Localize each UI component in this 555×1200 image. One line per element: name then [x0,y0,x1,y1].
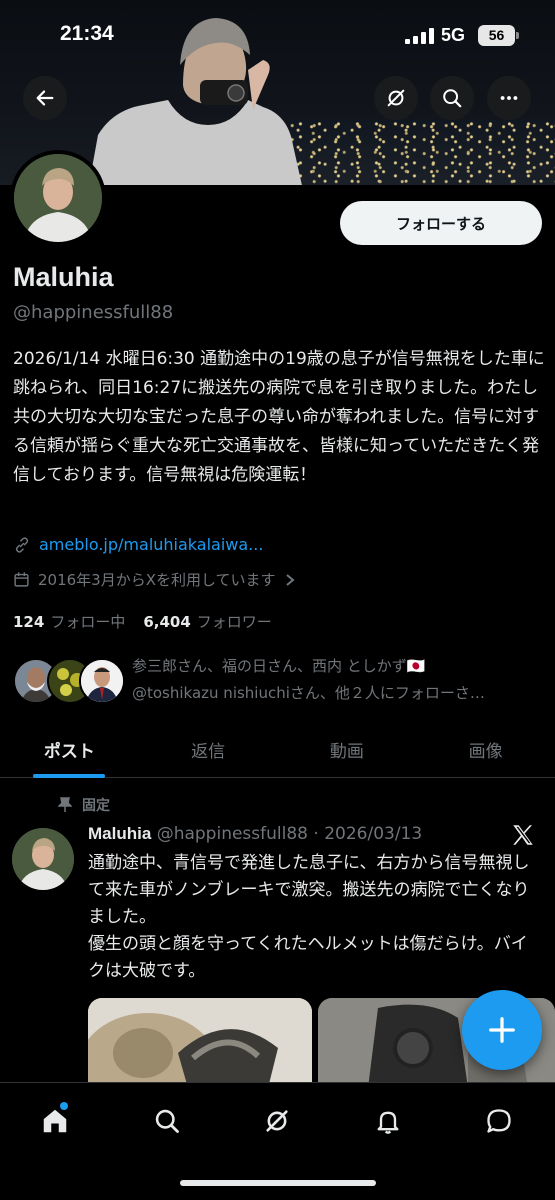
search-button[interactable] [430,76,474,120]
notification-dot [60,1102,68,1110]
following-label: フォロー中 [50,613,126,631]
battery-icon: 56 [478,25,519,46]
more-button[interactable] [487,76,531,120]
nav-messages[interactable] [477,1099,521,1143]
joined-date: 2016年3月からXを利用しています [38,571,276,589]
chevron-right-icon [285,573,295,586]
status-time: 21:34 [60,22,114,45]
grok-icon [387,89,405,107]
network-type: 5G [441,25,466,45]
post-meta: @happinessfull88 · 2026/03/13 [156,824,423,844]
grok-button[interactable] [374,76,418,120]
pin-icon [58,797,72,812]
plus-icon [489,1017,515,1043]
nav-search[interactable] [145,1099,189,1143]
profile-website[interactable]: ameblo.jp/maluhiakalaiwa... [13,535,263,554]
avatar-photo [14,154,102,242]
nav-grok[interactable] [255,1099,299,1143]
profile-tabs: ポスト 返信 動画 画像 [0,722,555,778]
banner-city-lights [290,120,555,185]
search-icon [443,89,462,108]
post-text: 通勤途中、青信号で発進した息子に、右方から信号無視して来た車がノンブレーキで激突… [88,850,543,985]
battery-level: 56 [488,27,505,43]
nav-notifications[interactable] [366,1099,410,1143]
calendar-icon [14,572,29,587]
tab-replies[interactable]: 返信 [139,722,278,777]
post-author-avatar[interactable] [12,828,74,890]
profile-bio: 2026/1/14 水曜日6:30 通勤途中の19歳の息子が信号無視をした車に跳… [13,349,545,485]
avatar-photo [12,828,74,890]
messages-icon [487,1109,511,1133]
follow-button[interactable]: フォローする [340,201,542,245]
follow-counts: 124 フォロー中 6,404 フォロワー [13,611,272,632]
joined-date-row[interactable]: 2016年3月からXを利用しています [13,569,296,590]
arrow-left-icon [36,90,54,106]
followers-you-know[interactable]: 参三郎さん、福の日さん、西内 としかず🇯🇵 @toshikazu nishiuc… [132,653,542,707]
profile-handle: @happinessfull88 [13,302,174,323]
tab-videos[interactable]: 動画 [278,722,417,777]
post-image-helmet[interactable] [88,998,312,1088]
notifications-bell-icon [377,1111,399,1134]
back-button[interactable] [23,76,67,120]
compose-button[interactable] [462,990,542,1070]
following-count-link[interactable]: 124 フォロー中 [13,611,125,632]
followed-by-line2: @toshikazu nishiuchiさん、他２人にフォローさ… [132,684,485,702]
followers-label: フォロワー [196,613,272,631]
cellular-signal-icon [405,28,434,44]
followers-you-know-avatars[interactable] [13,658,125,706]
post-header[interactable]: Maluhia @happinessfull88 · 2026/03/13 [88,824,422,844]
grok-icon [266,1110,288,1132]
followers-count-link[interactable]: 6,404 フォロワー [143,611,271,632]
avatar [79,658,125,704]
nav-home[interactable] [33,1099,77,1143]
helmet-photo [88,998,312,1088]
website-link[interactable]: ameblo.jp/maluhiakalaiwa... [39,535,263,554]
search-icon [155,1109,179,1133]
pinned-indicator: 固定 [58,795,110,815]
x-logo-icon [513,825,533,845]
home-indicator [180,1180,376,1186]
tab-posts[interactable]: ポスト [0,722,139,777]
post-text-paragraph: 優生の頭と顔を守ってくれたヘルメットは傷だらけ。バイクは大破です。 [88,934,528,981]
profile-name: Maluhia [13,262,114,292]
followed-by-line1: 参三郎さん、福の日さん、西内 としかず🇯🇵 [132,657,426,675]
home-icon [43,1109,67,1133]
profile-avatar[interactable] [10,150,106,246]
tab-images[interactable]: 画像 [416,722,555,777]
status-bar: 21:34 5G 56 [0,0,555,70]
post-author-name[interactable]: Maluhia [88,824,151,843]
more-dots-icon [500,96,518,100]
following-count: 124 [13,613,45,631]
pinned-label: 固定 [82,798,110,814]
link-icon [15,536,29,553]
followers-count: 6,404 [143,613,191,631]
post-text-paragraph: 通勤途中、青信号で発進した息子に、右方から信号無視して来た車がノンブレーキで激突… [88,853,530,927]
